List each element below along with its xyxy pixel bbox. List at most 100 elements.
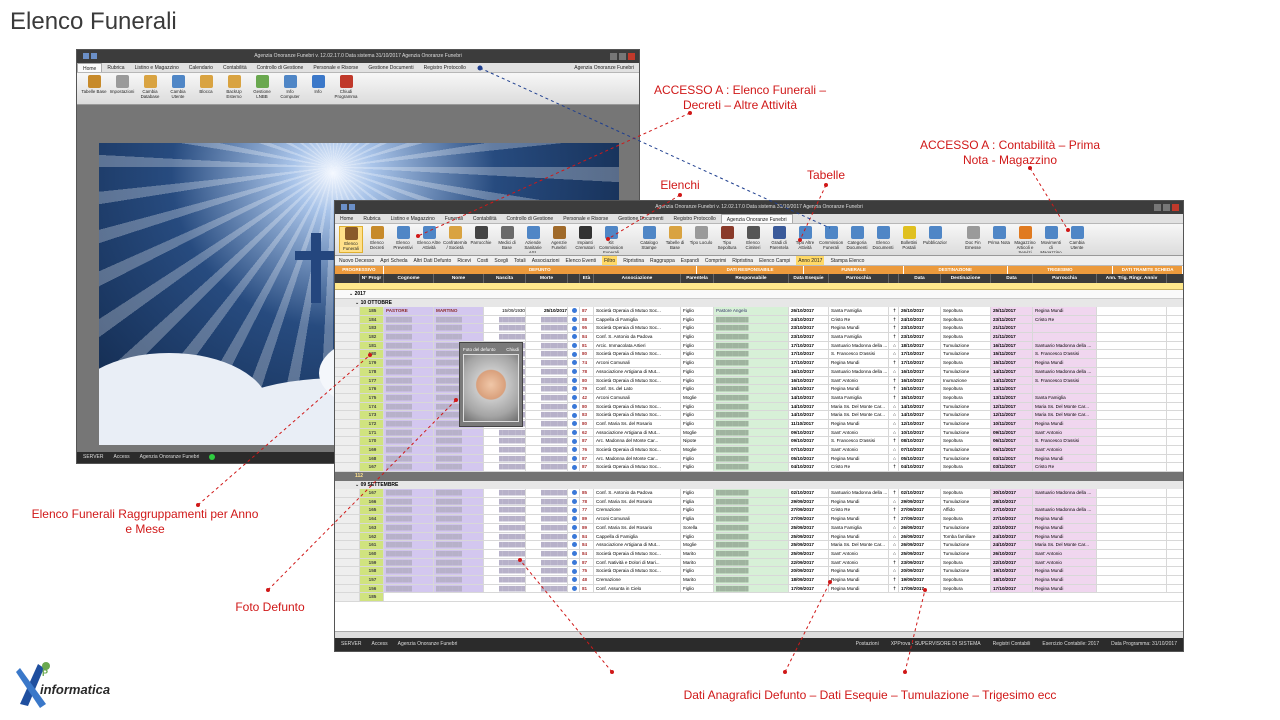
info-cell[interactable] <box>568 437 580 445</box>
info-cell[interactable] <box>568 376 580 385</box>
info-cell[interactable] <box>568 584 580 593</box>
table-row[interactable]: 168 ████████ ████████ ████████ ████████ 87 Arc… <box>335 454 1183 464</box>
quick-save-icon[interactable] <box>83 53 89 59</box>
quick-save-icon[interactable] <box>341 204 347 210</box>
column-header-cell[interactable] <box>568 274 580 283</box>
info-icon[interactable] <box>572 447 577 453</box>
table-row[interactable]: 185 PASTORE MARTINO 15/09/1930 25/10/2017 87 S… <box>335 307 1183 316</box>
info-icon[interactable] <box>572 429 577 435</box>
ribbon-button[interactable]: Gestione LNBB <box>249 75 275 102</box>
group-month-row[interactable]: ⌄ 10 OTTOBRE <box>335 299 1183 307</box>
close-button[interactable] <box>628 53 635 60</box>
ribbon-button[interactable]: Info <box>305 75 331 102</box>
quick-undo-icon[interactable] <box>349 204 355 210</box>
ribbon-button[interactable]: Tipo Loculo <box>689 226 713 253</box>
toolbar-item[interactable]: Apri Scheda <box>380 256 407 265</box>
info-icon[interactable] <box>572 533 577 539</box>
info-icon[interactable] <box>572 351 577 357</box>
ribbon-button[interactable]: Elenco Documenti <box>871 226 895 253</box>
menu-item[interactable]: Contabilità <box>468 214 502 223</box>
table-row[interactable]: 165 ████████ ████████ ████████ ████████ 77 Cre… <box>335 506 1183 516</box>
column-header-cell[interactable]: Parrocchia <box>1033 274 1097 283</box>
info-cell[interactable] <box>568 523 580 532</box>
column-header-cell[interactable]: Responsabile <box>714 274 789 283</box>
table-row[interactable]: 157 ████████ ████████ ████████ ████████ 48 Cre… <box>335 575 1183 585</box>
toolbar-item[interactable]: Espandi <box>681 256 699 265</box>
maximize-button[interactable] <box>1163 204 1170 211</box>
info-icon[interactable] <box>572 551 577 557</box>
info-icon[interactable] <box>572 455 577 461</box>
ribbon-button[interactable]: Elenco Funerali <box>339 226 363 253</box>
ribbon-button[interactable]: Movimenti di Magazzino <box>1039 226 1063 253</box>
info-icon[interactable] <box>572 559 577 565</box>
info-icon[interactable] <box>572 386 577 392</box>
ribbon-button[interactable]: Medici di Base <box>495 226 519 253</box>
menu-item[interactable]: Rubrica <box>358 214 385 223</box>
table-row[interactable]: 161 ████████ ████████ ████████ ████████ 84 Ass… <box>335 541 1183 550</box>
info-cell[interactable] <box>568 454 580 463</box>
info-cell[interactable] <box>568 463 580 472</box>
info-cell[interactable] <box>568 419 580 428</box>
info-icon[interactable] <box>572 585 577 591</box>
info-icon[interactable] <box>572 516 577 522</box>
ribbon-button[interactable]: Elenco Decreti <box>365 226 389 253</box>
toolbar-item[interactable]: Elenco Campi <box>759 256 790 265</box>
ribbon-button[interactable]: Impostazioni <box>109 75 135 102</box>
toolbar-item[interactable]: Stampa Elenco <box>830 256 864 265</box>
info-icon[interactable] <box>572 525 577 531</box>
ribbon-button[interactable]: Bollettini Postali <box>897 226 921 253</box>
menu-item[interactable]: Agenzia Onoranze Funebri <box>720 214 793 223</box>
ribbon-button[interactable]: Catalogo Stampe <box>637 226 661 253</box>
ribbon-button[interactable]: Prima Nota <box>987 226 1011 253</box>
info-icon[interactable] <box>572 421 577 427</box>
info-cell[interactable] <box>568 359 580 367</box>
info-icon[interactable] <box>572 395 577 401</box>
table-row[interactable]: 169 ████████ ████████ ████████ ████████ 76 Soc… <box>335 446 1183 455</box>
ribbon-button[interactable]: BackUp Esterno <box>221 75 247 102</box>
photo-close-button[interactable]: Chiudi <box>506 347 519 352</box>
info-cell[interactable] <box>568 506 580 515</box>
column-header-cell[interactable]: Data <box>991 274 1033 283</box>
info-cell[interactable] <box>568 307 580 315</box>
table-row[interactable]: 164 ████████ ████████ ████████ ████████ 89 Arc… <box>335 515 1183 524</box>
close-button[interactable] <box>1172 204 1179 211</box>
toolbar-item[interactable]: Ricevi <box>457 256 471 265</box>
menu-item[interactable]: Personale e Risorse <box>558 214 613 223</box>
info-icon[interactable] <box>572 316 577 322</box>
toolbar-item[interactable]: Scegli <box>494 256 508 265</box>
info-cell[interactable] <box>568 515 580 523</box>
table-row[interactable]: 171 ████████ ████████ ████████ ████████ 62 Ass… <box>335 428 1183 438</box>
ribbon-button[interactable]: Kit Commissioni Funerali <box>599 226 623 253</box>
ribbon-button[interactable]: Tabelle di Base <box>663 226 687 253</box>
column-header-cell[interactable]: N° Progr <box>360 274 384 283</box>
table-row[interactable]: 156 ████████ ████████ ████████ ████████ 81 Con… <box>335 584 1183 594</box>
info-cell[interactable] <box>568 333 580 341</box>
table-row[interactable]: 184 ████████ ████████ ████████ ████████ 88 Cap… <box>335 315 1183 325</box>
info-cell[interactable] <box>568 558 580 567</box>
menu-item[interactable]: Rubrica <box>102 63 129 72</box>
info-icon[interactable] <box>572 343 577 349</box>
ribbon-button[interactable]: Magazzino Articoli e Servizi <box>1013 226 1037 253</box>
toolbar-item[interactable]: Totali <box>514 256 526 265</box>
minimize-button[interactable] <box>1154 204 1161 211</box>
info-cell[interactable] <box>568 489 580 497</box>
column-header-cell[interactable]: Morte <box>526 274 568 283</box>
info-icon[interactable] <box>572 464 577 470</box>
info-cell[interactable] <box>568 341 580 350</box>
ribbon-button[interactable]: Cambia Database <box>137 75 163 102</box>
toolbar-item[interactable]: Associazioni <box>532 256 560 265</box>
ribbon-button[interactable]: Categoria Documenti <box>845 226 869 253</box>
toolbar-item[interactable]: Anno 2017 <box>796 256 825 265</box>
info-cell[interactable] <box>568 567 580 575</box>
horizontal-scrollbar[interactable] <box>335 631 1183 638</box>
info-icon[interactable] <box>572 360 577 366</box>
ribbon-button[interactable]: Chiudi Programma <box>333 75 359 102</box>
ribbon-button[interactable]: Info Computer <box>277 75 303 102</box>
table-row[interactable]: 167 ████████ ████████ ████████ ████████ 87 Soc… <box>335 463 1183 473</box>
quick-undo-icon[interactable] <box>91 53 97 59</box>
ribbon-button[interactable]: Blocca <box>193 75 219 102</box>
menu-item[interactable]: Registro Protocollo <box>669 214 721 223</box>
ribbon-button[interactable]: Aziende Sanitarie ASL <box>521 226 545 253</box>
ribbon-button[interactable]: Impianti Crematori <box>573 226 597 253</box>
info-cell[interactable] <box>568 411 580 419</box>
